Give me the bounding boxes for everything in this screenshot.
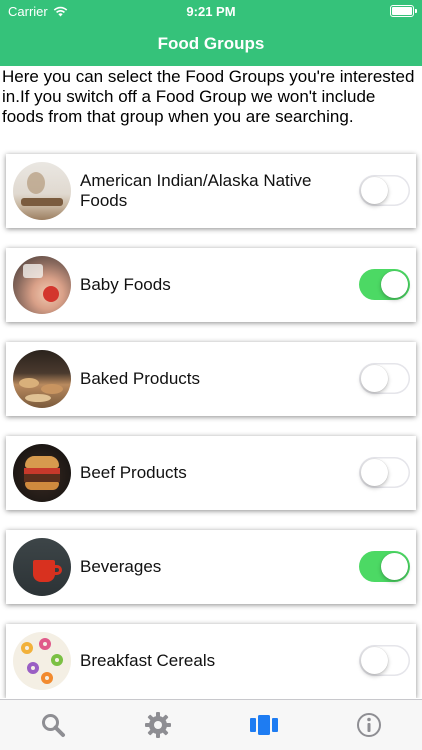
food-group-row-beverages: Beverages <box>6 530 416 604</box>
nav-bar: Food Groups <box>0 22 422 66</box>
breakfast-cereals-thumbnail <box>13 632 71 690</box>
page-title: Food Groups <box>157 34 265 53</box>
food-group-label: Beef Products <box>80 463 187 482</box>
battery-icon <box>390 5 417 17</box>
status-bar: Carrier 9:21 PM <box>0 0 422 22</box>
food-group-list[interactable]: American Indian/Alaska Native Foods Baby… <box>0 146 422 698</box>
food-group-toggle[interactable] <box>359 457 410 488</box>
toggle-knob <box>361 647 388 674</box>
search-icon <box>41 714 65 737</box>
food-group-row-american-indian: American Indian/Alaska Native Foods <box>6 154 416 228</box>
beef-products-thumbnail <box>13 444 71 502</box>
food-group-toggle[interactable] <box>359 269 410 300</box>
food-group-label: Beverages <box>80 557 162 576</box>
toggle-knob <box>361 365 388 392</box>
food-group-label: Breakfast Cereals <box>80 651 216 670</box>
food-group-toggle[interactable] <box>359 551 410 582</box>
food-group-label: American Indian/Alaska Native Foods <box>80 171 312 210</box>
baked-products-thumbnail <box>13 350 71 408</box>
tab-search[interactable] <box>0 700 106 750</box>
tab-settings[interactable] <box>106 700 212 750</box>
toggle-knob <box>381 271 408 298</box>
baby-foods-thumbnail <box>13 256 71 314</box>
food-group-label: Baby Foods <box>80 275 171 294</box>
tab-bar <box>0 699 422 750</box>
toggle-knob <box>361 177 388 204</box>
food-group-toggle[interactable] <box>359 645 410 676</box>
tab-food-groups[interactable] <box>211 700 317 750</box>
food-group-label: Baked Products <box>80 369 201 388</box>
tab-info[interactable] <box>317 700 422 750</box>
american-indian-thumbnail <box>13 162 71 220</box>
gear-icon <box>145 712 172 738</box>
food-groups-icon <box>249 715 278 735</box>
food-group-row-baby-foods: Baby Foods <box>6 248 416 322</box>
status-time: 9:21 PM <box>186 4 236 19</box>
intro-text: Here you can select the Food Groups you'… <box>2 67 415 126</box>
food-group-toggle[interactable] <box>359 175 410 206</box>
food-group-row-breakfast-cereals: Breakfast Cereals <box>6 624 416 698</box>
toggle-knob <box>361 459 388 486</box>
food-group-toggle[interactable] <box>359 363 410 394</box>
info-icon <box>357 713 382 737</box>
beverages-thumbnail <box>13 538 71 596</box>
food-group-row-beef-products: Beef Products <box>6 436 416 510</box>
toggle-knob <box>381 553 408 580</box>
food-group-row-baked-products: Baked Products <box>6 342 416 416</box>
